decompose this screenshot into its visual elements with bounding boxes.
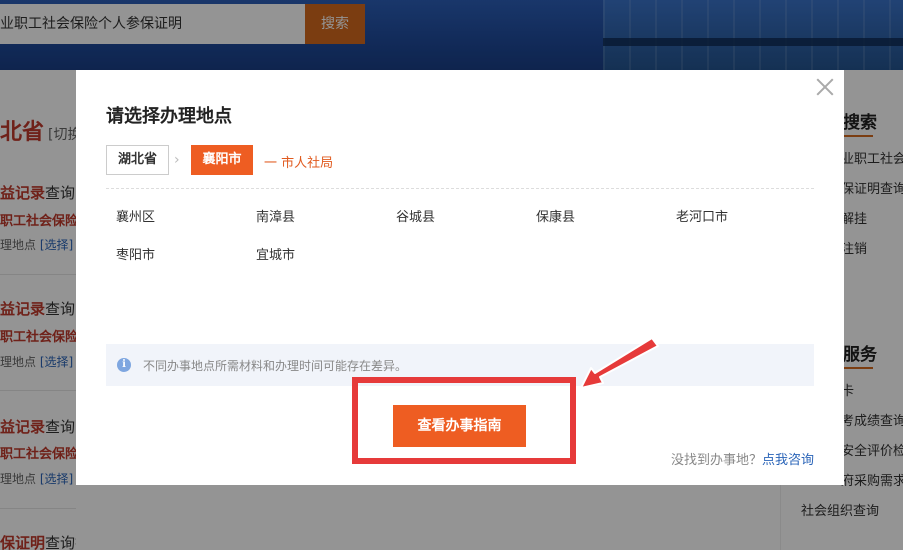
county-option[interactable]: 保康县	[536, 206, 575, 225]
annotation-highlight-box	[352, 377, 576, 464]
modal-title: 请选择办理地点	[106, 106, 232, 127]
close-icon[interactable]	[816, 78, 834, 96]
info-icon: i	[117, 358, 131, 372]
county-option[interactable]: 襄州区	[116, 206, 155, 225]
breadcrumb-city[interactable]: 襄阳市	[191, 145, 253, 175]
county-option[interactable]: 宜城市	[256, 244, 295, 263]
breadcrumb-province[interactable]: 湖北省	[106, 145, 169, 175]
dashed-divider	[106, 188, 814, 189]
county-option[interactable]: 枣阳市	[116, 244, 155, 263]
county-option[interactable]: 谷城县	[396, 206, 435, 225]
help-prefix: 没找到办事地？	[670, 453, 762, 468]
notice-text: 不同办事地点所需材料和办理时间可能存在差异。	[143, 359, 408, 373]
annotation-arrow-icon	[580, 337, 659, 389]
breadcrumb-department[interactable]: 一 市人社局	[264, 152, 333, 171]
consult-link[interactable]: 点我咨询	[762, 453, 814, 468]
county-option[interactable]: 南漳县	[256, 206, 295, 225]
chevron-right-icon: ›	[174, 152, 180, 168]
county-option[interactable]: 老河口市	[676, 206, 728, 225]
help-text: 没找到办事地？点我咨询	[671, 449, 814, 468]
